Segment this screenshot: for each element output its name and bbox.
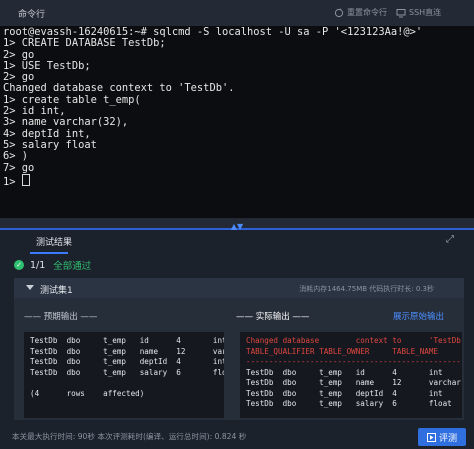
actual-output-header: Changed database context to 'TestDb'. TA… <box>246 336 462 366</box>
evaluate-button[interactable]: 评测 <box>418 428 466 446</box>
test-set-card: 测试集1 消耗内存1464.75MB 代码执行时长: 0.3秒 —— 预期输出 … <box>14 278 464 420</box>
check-icon: ✓ <box>14 260 24 270</box>
results-panel: 测试结果 ⤢ ✓ 1/1 全部通过 测试集1 消耗内存1464.75MB 代码执… <box>0 230 474 449</box>
test-set-title: 测试集1 <box>40 286 73 296</box>
execution-time-info: 本关最大执行时间: 90秒 本次评测耗时(编译、运行总时间): 0.824 秒 <box>12 432 247 441</box>
evaluate-label: 评测 <box>438 433 457 444</box>
show-raw-output-link[interactable]: 展示原始输出 <box>393 310 444 322</box>
monitor-icon <box>396 8 406 17</box>
actual-output-text: TestDb dbo t_emp id 4 int 1 TestDb dbo t… <box>246 367 461 409</box>
tab-active-indicator <box>30 252 68 254</box>
terminal-panel[interactable]: root@evassh-16240615:~# sqlcmd -S localh… <box>0 0 474 228</box>
expected-output-panel[interactable]: TestDb dbo t_emp id 4 int 1 TestDb dbo t… <box>24 332 224 418</box>
restart-icon <box>334 7 344 17</box>
terminal-cursor <box>21 173 30 186</box>
play-icon <box>426 432 436 442</box>
terminal-text: root@evassh-16240615:~# sqlcmd -S localh… <box>3 26 423 188</box>
tab-test-results[interactable]: 测试结果 <box>36 235 72 248</box>
pass-count: 1/1 <box>30 259 46 271</box>
collapse-triangle-icon[interactable] <box>26 285 34 290</box>
restart-terminal-label: 重置命令行 <box>347 8 387 17</box>
terminal-output[interactable]: root@evassh-16240615:~# sqlcmd -S localh… <box>0 0 474 228</box>
actual-output-title: —— 实际输出 —— <box>236 312 310 322</box>
test-set-meta: 消耗内存1464.75MB 代码执行时长: 0.3秒 <box>299 285 434 293</box>
footer-bar: 本关最大执行时间: 90秒 本次评测耗时(编译、运行总时间): 0.824 秒 <box>0 423 474 449</box>
pass-summary: ✓ 1/1 全部通过 <box>14 256 91 274</box>
ssh-connect-button[interactable]: SSH直连 <box>396 7 441 18</box>
ssh-connect-label: SSH直连 <box>409 8 442 17</box>
expected-output-title: —— 预期输出 —— <box>24 312 98 322</box>
expected-output-text: TestDb dbo t_emp id 4 int 1 TestDb dbo t… <box>30 336 224 398</box>
pass-status: 全部通过 <box>53 261 92 272</box>
restart-terminal-button[interactable]: 重置命令行 <box>334 7 387 18</box>
terminal-header: 命令行 重置命令行 SSH直连 <box>0 0 474 26</box>
expand-icon[interactable]: ⤢ <box>446 234 454 245</box>
actual-output-panel[interactable]: Changed database context to 'TestDb'. TA… <box>240 332 462 418</box>
terminal-title: 命令行 <box>18 10 46 20</box>
test-set-header[interactable]: 测试集1 消耗内存1464.75MB 代码执行时长: 0.3秒 <box>14 278 464 298</box>
